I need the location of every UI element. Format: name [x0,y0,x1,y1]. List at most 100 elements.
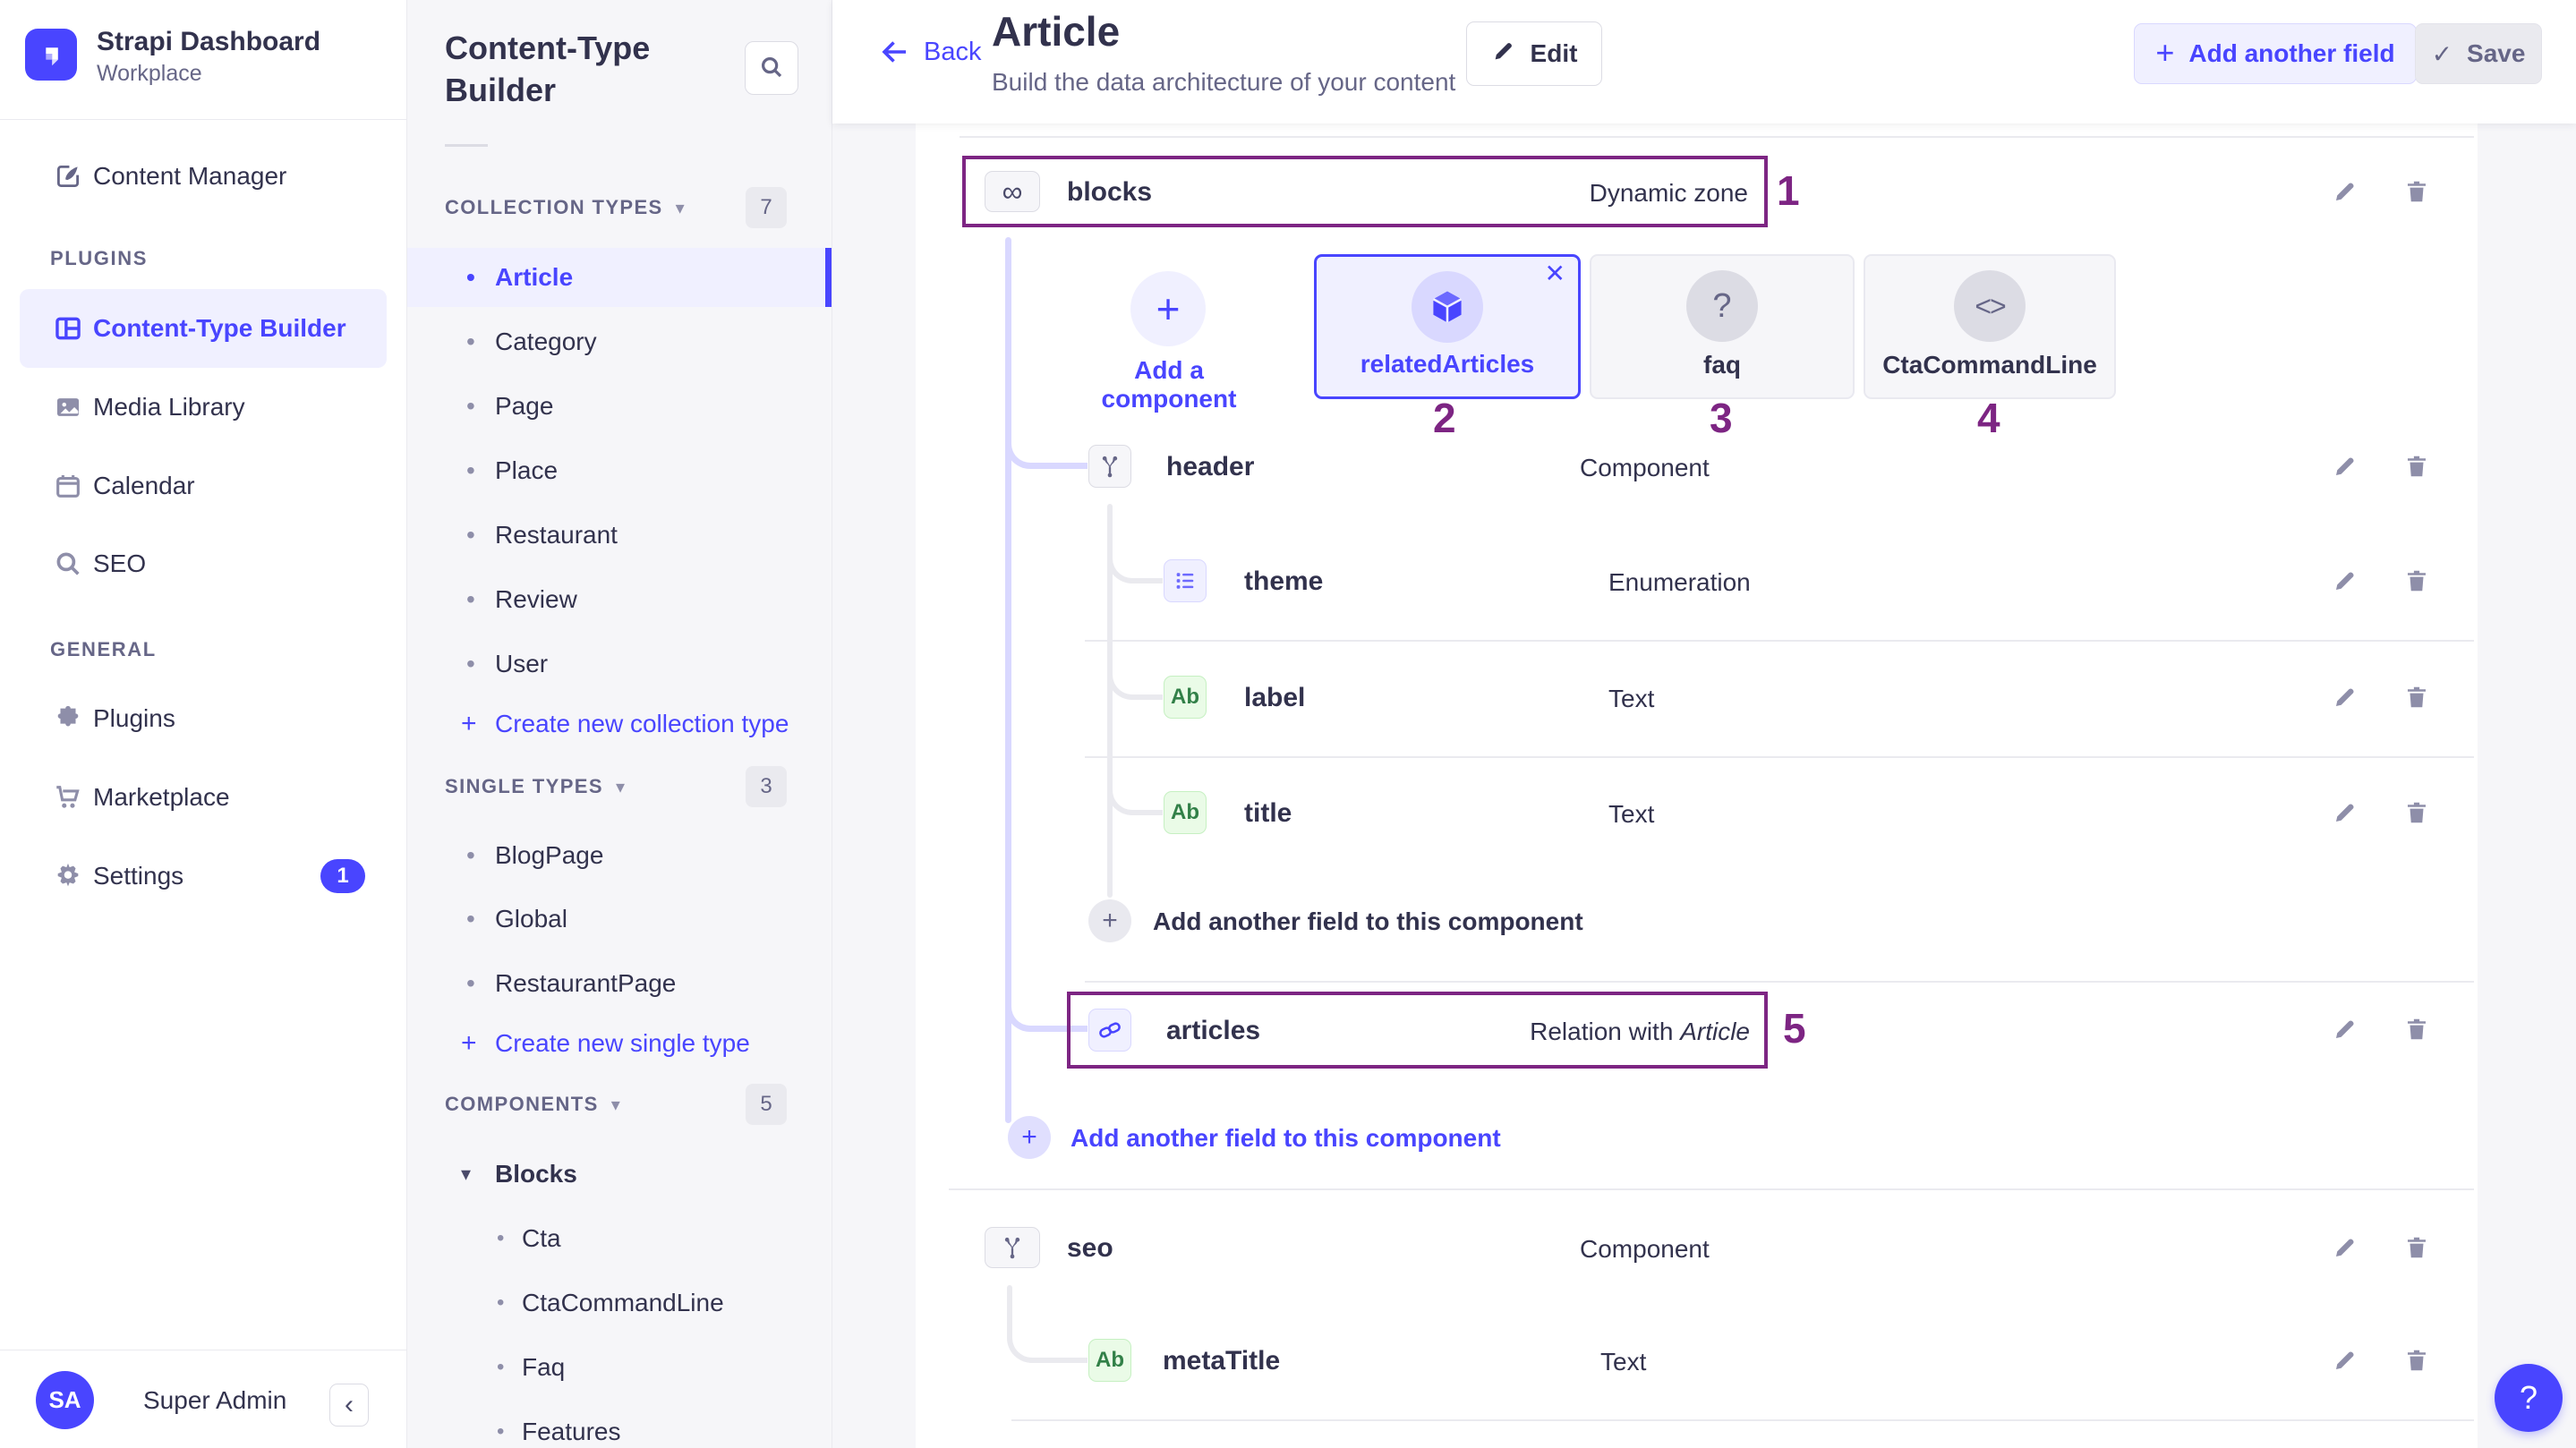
collection-type-page[interactable]: •Page [407,377,832,436]
sidebar-item-marketplace[interactable]: Marketplace [0,758,407,837]
text-field-icon: Ab [1088,1339,1131,1382]
component-cta[interactable]: •Cta [407,1209,832,1268]
collection-type-article[interactable]: • Article [407,248,832,307]
plus-circle-icon: + [1008,1116,1051,1159]
field-name-metatitle: metaTitle [1163,1346,1280,1376]
component-group-blocks[interactable]: ▾Blocks [407,1145,832,1204]
add-field-to-component-link[interactable]: + Add another field to this component [1088,899,1804,942]
delete-field-button[interactable] [2397,447,2436,486]
sidebar-item-label: Content Manager [93,162,286,191]
delete-field-button[interactable] [2397,561,2436,600]
component-label: Cta [522,1224,561,1253]
delete-field-button[interactable] [2397,1341,2436,1380]
section-single-types[interactable]: SINGLE TYPES ▾ [445,766,625,807]
sidebar-item-seo[interactable]: SEO [0,524,407,603]
sidebar-item-label: Calendar [93,472,195,500]
collection-type-label: Place [495,456,558,485]
sidebar-item-content-type-builder[interactable]: Content-Type Builder [20,289,387,368]
field-type-label: Text [1608,685,1654,713]
section-divider [949,1188,2474,1190]
question-glyph: ? [2520,1379,2538,1417]
component-faq[interactable]: •Faq [407,1338,832,1397]
add-another-field-button[interactable]: + Add another field [2134,23,2417,84]
single-type-restaurantpage[interactable]: •RestaurantPage [407,954,832,1013]
edit-field-button[interactable] [2325,793,2365,832]
edit-field-button[interactable] [2325,447,2365,486]
add-field-to-component-link-purple[interactable]: + Add another field to this component [1008,1116,1724,1159]
settings-notification-badge: 1 [320,859,365,893]
field-name-seo: seo [1067,1233,1113,1264]
bullet-icon: • [466,456,475,485]
edit-field-button[interactable] [2325,1009,2365,1049]
delete-field-button[interactable] [2397,1009,2436,1049]
avatar[interactable]: SA [36,1371,94,1429]
app-workspace: Workplace [97,61,202,87]
page-subtitle: Build the data architecture of your cont… [992,68,1455,97]
text-field-icon: Ab [1164,676,1207,719]
edit-field-button[interactable] [2325,1228,2365,1267]
component-card-label: relatedArticles [1317,350,1578,379]
collection-type-user[interactable]: •User [407,635,832,694]
pencil-icon [1491,38,1516,70]
collection-type-label: Article [495,263,573,292]
component-features[interactable]: •Features [407,1402,832,1448]
component-card-relatedarticles[interactable]: ✕ relatedArticles [1314,254,1581,399]
ab-glyph: Ab [1096,1348,1124,1373]
section-components[interactable]: COMPONENTS ▾ [445,1084,620,1125]
help-button[interactable]: ? [2495,1364,2563,1432]
annotation-3: 3 [1710,394,1733,442]
add-field-link-label: Add another field to this component [1070,1124,1501,1153]
component-card-faq[interactable]: ? faq [1590,254,1855,399]
search-button[interactable] [745,41,798,95]
component-ctacommandline[interactable]: •CtaCommandLine [407,1273,832,1333]
app-sidebar: Strapi Dashboard Workplace Content Manag… [0,0,407,1448]
selected-indicator [825,248,832,307]
delete-field-button[interactable] [2397,793,2436,832]
tree-curve-metatitle [1007,1318,1088,1363]
delete-field-button[interactable] [2397,677,2436,717]
chevron-left-icon: ‹ [345,1390,354,1420]
annotation-1: 1 [1777,166,1800,215]
row-divider [1085,981,2474,983]
collection-type-category[interactable]: •Category [407,312,832,371]
sidebar-item-calendar[interactable]: Calendar [0,447,407,525]
back-link[interactable]: Back [879,36,981,68]
delete-field-button[interactable] [2397,172,2436,211]
collection-type-restaurant[interactable]: •Restaurant [407,506,832,565]
collapse-sidebar-button[interactable]: ‹ [329,1384,369,1427]
chevron-down-icon: ▾ [611,1094,620,1116]
delete-field-button[interactable] [2397,1228,2436,1267]
save-button[interactable]: ✓ Save [2415,23,2542,84]
plus-icon: + [461,1028,477,1059]
section-collection-types[interactable]: COLLECTION TYPES ▾ [445,187,685,228]
chevron-down-icon: ▾ [616,776,625,798]
collection-type-place[interactable]: • Place [407,441,832,500]
strapi-logo-icon[interactable] [25,29,77,81]
image-icon [50,389,86,425]
strapi-dashboard: Strapi Dashboard Workplace Content Manag… [0,0,2576,1448]
collection-type-label: Category [495,328,597,356]
close-icon[interactable]: ✕ [1545,259,1565,288]
add-field-label: Add another field [2188,39,2394,68]
sidebar-item-plugins[interactable]: Plugins [0,679,407,758]
single-type-blogpage[interactable]: •BlogPage [407,826,832,885]
bullet-icon: • [466,521,475,549]
relation-field-icon [1088,1009,1131,1052]
sidebar-item-media-library[interactable]: Media Library [0,368,407,447]
create-collection-type-link[interactable]: +Create new collection type [407,694,832,754]
edit-button[interactable]: Edit [1466,21,1602,86]
add-component[interactable]: + Add a component [1093,267,1245,383]
sidebar-item-content-manager[interactable]: Content Manager [0,137,407,216]
create-single-type-link[interactable]: +Create new single type [407,1014,832,1073]
edit-field-button[interactable] [2325,677,2365,717]
component-card-ctacommandline[interactable]: <> CtaCommandLine [1864,254,2116,399]
collection-type-review[interactable]: •Review [407,570,832,629]
edit-field-button[interactable] [2325,561,2365,600]
chevron-down-icon: ▾ [676,197,685,219]
check-icon: ✓ [2432,39,2452,69]
edit-field-button[interactable] [2325,1341,2365,1380]
edit-field-button[interactable] [2325,172,2365,211]
infinity-glyph: ∞ [1002,175,1023,209]
single-type-global[interactable]: •Global [407,890,832,949]
sidebar-item-label: Plugins [93,704,175,733]
